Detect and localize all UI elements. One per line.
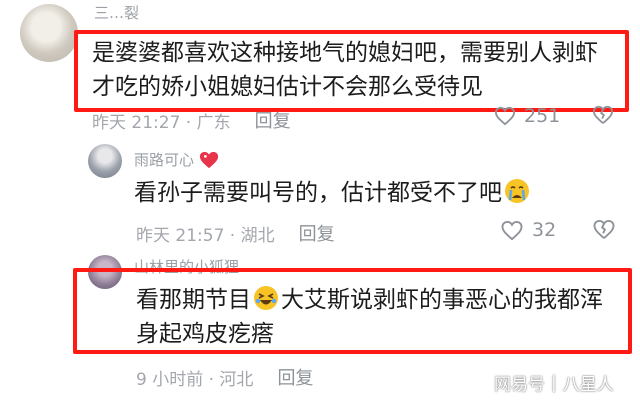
comment-text-segment: 看那期节目 <box>136 287 251 313</box>
crying-face-icon <box>505 179 529 203</box>
comment-text: 看孙子需要叫号的，估计都受不了吧 <box>134 176 532 210</box>
timestamp-location: 昨天 21:57 · 湖北 <box>136 225 275 246</box>
avatar[interactable] <box>20 4 78 62</box>
watermark: 网易号 | 八星人 <box>494 370 614 396</box>
comment-text-line: 身起鸡皮疙瘩 <box>136 321 274 347</box>
username[interactable]: 雨路可心 <box>134 149 220 170</box>
comment-meta: 昨天 21:57 · 湖北 回复 <box>136 220 335 246</box>
broken-heart-icon <box>593 105 613 124</box>
comment-text: 看那期节目 大艾斯说剥虾的事恶心的我都浑 身起鸡皮疙瘩 <box>136 283 626 351</box>
dislike-button[interactable] <box>592 105 614 129</box>
like-button[interactable]: 32 <box>500 219 556 241</box>
timestamp-location: 昨天 21:27 · 广东 <box>92 112 231 133</box>
comment-text: 是婆婆都喜欢这种接地气的媳妇吧，需要别人剥虾 才吃的娇小姐媳妇估计不会那么受待见 <box>92 36 622 104</box>
sparkling-heart-icon <box>199 151 219 168</box>
timestamp-location: 9 小时前 · 河北 <box>136 369 254 390</box>
rolling-laughing-icon <box>254 286 278 310</box>
watermark-site: 网易号 <box>494 375 545 395</box>
comment-meta: 昨天 21:27 · 广东 回复 <box>92 107 291 133</box>
reply-button[interactable]: 回复 <box>277 364 313 390</box>
username[interactable]: 三…裂 <box>94 2 139 23</box>
reply-button[interactable]: 回复 <box>299 220 335 246</box>
dislike-button[interactable] <box>592 219 616 244</box>
like-count: 32 <box>532 219 557 241</box>
watermark-author: 八星人 <box>562 375 614 395</box>
heart-icon <box>494 106 516 126</box>
comment-meta: 9 小时前 · 河北 回复 <box>136 364 313 390</box>
like-count: 251 <box>524 105 561 127</box>
reply-button[interactable]: 回复 <box>255 107 291 133</box>
comment-text-line: 看那期节目 大艾斯说剥虾的事恶心的我都浑 <box>136 283 626 317</box>
heart-icon <box>501 220 523 240</box>
username-text: 雨路可心 <box>134 151 195 169</box>
comment-text-line: 是婆婆都喜欢这种接地气的媳妇吧，需要别人剥虾 <box>92 40 598 66</box>
comment-text-segment: 大艾斯说剥虾的事恶心的我都浑 <box>281 287 603 313</box>
avatar[interactable] <box>88 144 122 178</box>
broken-heart-icon <box>593 219 615 239</box>
comment-text-line: 看孙子需要叫号的，估计都受不了吧 <box>134 180 502 206</box>
watermark-divider: | <box>551 372 557 393</box>
comment-text-line: 才吃的娇小姐媳妇估计不会那么受待见 <box>92 74 483 100</box>
like-button[interactable]: 251 <box>494 105 560 127</box>
